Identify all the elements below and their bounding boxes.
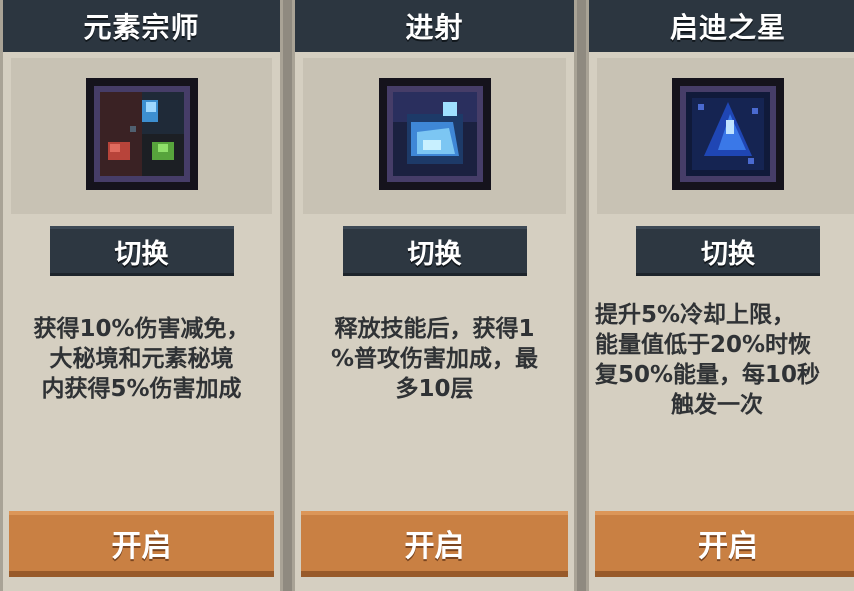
description-line: %普攻伤害加成，最 [330, 346, 539, 372]
switch-button[interactable]: 切换 [636, 226, 820, 276]
talent-card-2: 进射 切换 释放技能后，获得1 %普攻伤害加成，最 多10层 开启 [292, 0, 577, 591]
open-button[interactable]: 开启 [595, 511, 854, 577]
icon-panel [303, 58, 566, 214]
description-line: 复50%能量，每10秒 [595, 362, 821, 388]
card-title: 元素宗师 [3, 0, 280, 52]
description-line: 释放技能后，获得1 [334, 316, 535, 342]
icon-panel [597, 58, 854, 214]
skill-description: 提升5%冷却上限， 能量值低于20%时恢 复50%能量，每10秒 触发一次 [595, 300, 854, 420]
skill-description: 获得10%伤害减免， 大秘境和元素秘境 内获得5%伤害加成 [5, 314, 278, 404]
switch-button[interactable]: 切换 [342, 226, 527, 276]
card-title: 启迪之星 [589, 0, 854, 52]
icon-panel [11, 58, 272, 214]
talent-card-3: 启迪之星 切换 提升5%冷却上限， 能量值低于20%时恢 复50%能量，每10秒… [586, 0, 854, 591]
skill-description: 释放技能后，获得1 %普攻伤害加成，最 多10层 [297, 314, 572, 404]
switch-button[interactable]: 切换 [49, 226, 234, 276]
description-line: 获得10%伤害减免， [33, 316, 250, 342]
description-line: 内获得5%伤害加成 [41, 376, 242, 402]
open-button[interactable]: 开启 [301, 511, 568, 577]
enlightenment-star-icon [672, 78, 784, 190]
description-line: 大秘境和元素秘境 [49, 346, 234, 372]
description-line: 能量值低于20%时恢 [595, 332, 812, 358]
talent-card-1: 元素宗师 切换 获得10%伤害减免， 大秘境和元素秘境 内获得5%伤害加成 开启 [0, 0, 283, 591]
card-title: 进射 [295, 0, 574, 52]
description-line: 多10层 [395, 376, 474, 402]
open-button[interactable]: 开启 [9, 511, 274, 577]
description-line: 提升5%冷却上限， [595, 302, 796, 328]
elemental-master-icon [85, 78, 198, 190]
projectile-icon [378, 78, 491, 190]
description-line: 触发一次 [671, 392, 763, 418]
